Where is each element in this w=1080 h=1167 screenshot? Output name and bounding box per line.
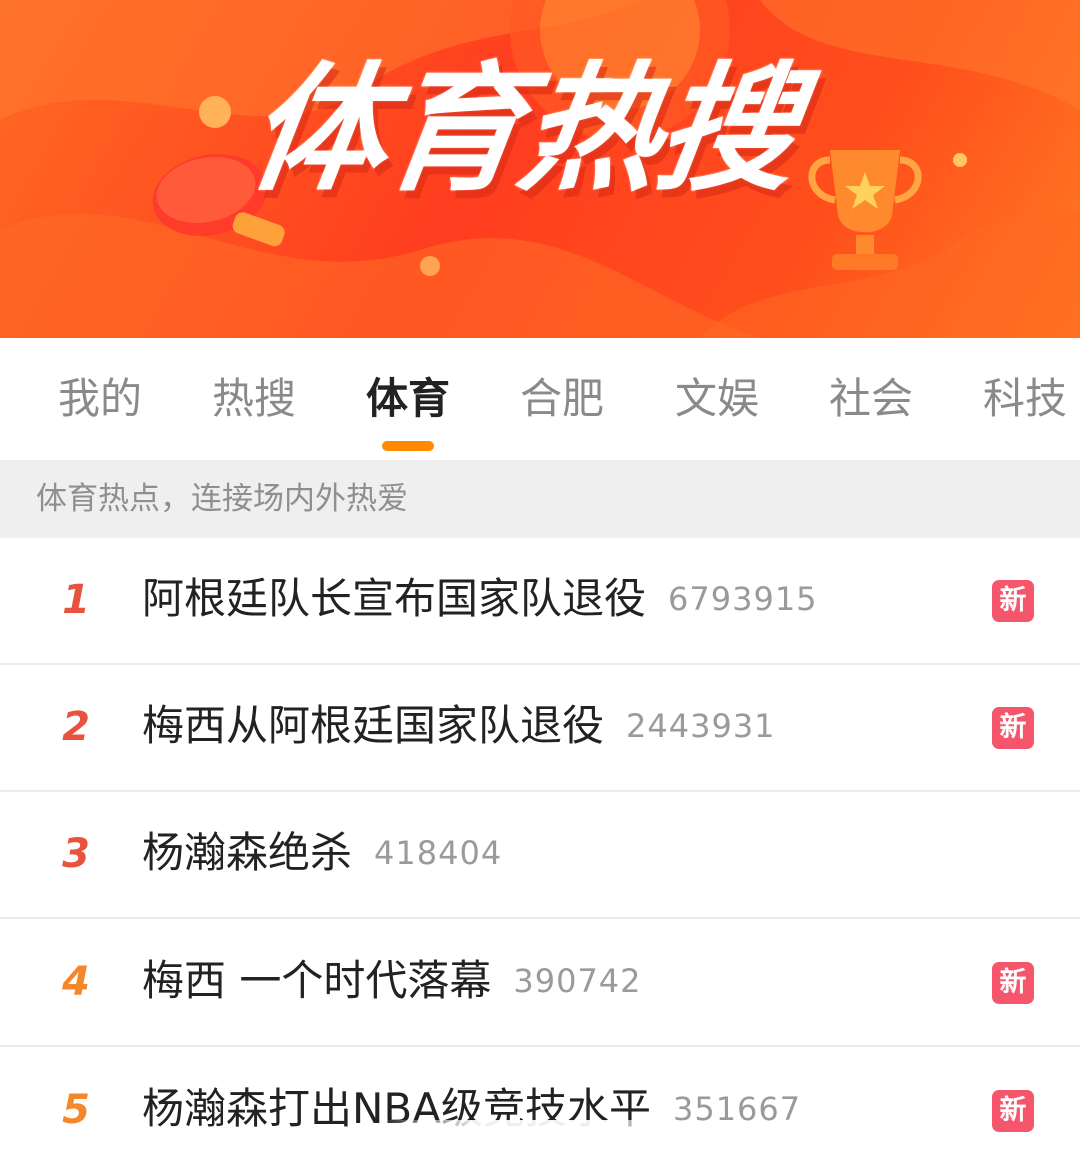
banner-title: 体育热搜 — [238, 49, 806, 210]
item-title[interactable]: 杨瀚森绝杀 418404 — [142, 822, 502, 884]
heat-count: 2443931 — [626, 707, 776, 745]
list-item[interactable]: 4 梅西 一个时代落幕 390742 新 — [0, 920, 1080, 1047]
rank-number: 4 — [62, 959, 90, 1005]
heat-count: 418404 — [374, 834, 503, 872]
section-subtitle-bar: 体育热点，连接场内外热爱 — [0, 460, 1080, 538]
tab-entertainment[interactable]: 文娱 — [675, 368, 759, 448]
tab-hot-search[interactable]: 热搜 — [212, 368, 296, 448]
rank-number: 5 — [62, 1087, 90, 1133]
list-item[interactable]: 3 杨瀚森绝杀 418404 — [0, 792, 1080, 919]
tab-hefei[interactable]: 合肥 — [520, 368, 604, 448]
rank-number: 2 — [62, 704, 90, 750]
tab-mine[interactable]: 我的 — [58, 368, 142, 448]
item-title-text: 梅西从阿根廷国家队退役 — [142, 701, 605, 750]
item-title-text: 杨瀚森绝杀 — [142, 828, 353, 877]
watermark-fade — [380, 1120, 700, 1167]
new-badge: 新 — [992, 580, 1034, 622]
new-badge: 新 — [992, 1090, 1034, 1132]
list-item[interactable]: 2 梅西从阿根廷国家队退役 2443931 新 — [0, 665, 1080, 792]
hot-search-page: 体育热搜 我的 热搜 体育 合肥 文娱 社会 科技 体育热点，连接场内外热爱 1… — [0, 0, 1080, 1167]
ball-decoration — [199, 96, 231, 128]
rank-number: 3 — [62, 831, 90, 877]
tab-tech[interactable]: 科技 — [983, 368, 1067, 448]
category-tabs: 我的 热搜 体育 合肥 文娱 社会 科技 — [0, 338, 1080, 458]
section-subtitle: 体育热点，连接场内外热爱 — [36, 481, 408, 517]
tab-sports[interactable]: 体育 — [366, 368, 450, 448]
item-title[interactable]: 梅西 一个时代落幕 390742 — [142, 950, 642, 1012]
hot-search-list: 1 阿根廷队长宣布国家队退役 6793915 新 2 梅西从阿根廷国家队退役 244… — [0, 538, 1080, 1167]
item-title-text: 阿根廷队长宣布国家队退役 — [142, 574, 647, 623]
rank-number: 1 — [62, 577, 90, 623]
new-badge: 新 — [992, 962, 1034, 1004]
active-tab-indicator — [382, 441, 434, 451]
item-title[interactable]: 梅西从阿根廷国家队退役 2443931 — [142, 695, 776, 757]
sports-hot-banner: 体育热搜 — [0, 0, 1080, 338]
heat-count: 390742 — [513, 962, 642, 1000]
item-title[interactable]: 阿根廷队长宣布国家队退役 6793915 — [142, 568, 818, 630]
new-badge: 新 — [992, 707, 1034, 749]
tab-society[interactable]: 社会 — [829, 368, 913, 448]
list-item[interactable]: 1 阿根廷队长宣布国家队退役 6793915 新 — [0, 538, 1080, 665]
item-title-text: 梅西 一个时代落幕 — [142, 956, 492, 1005]
heat-count: 6793915 — [668, 580, 818, 618]
